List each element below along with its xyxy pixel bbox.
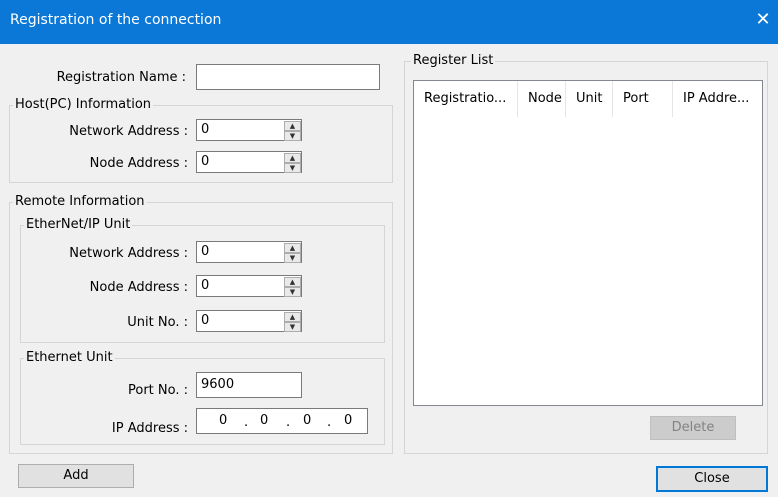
remote-network-address-input[interactable]: 0 ▲ ▼ xyxy=(196,241,302,263)
remote-node-address-input[interactable]: 0 ▲ ▼ xyxy=(196,275,302,297)
column-header-port[interactable]: Port xyxy=(613,81,673,117)
close-button[interactable]: Close xyxy=(656,466,768,492)
window-title: Registration of the connection xyxy=(10,12,222,28)
close-icon[interactable]: ✕ xyxy=(752,9,774,31)
column-header-ip-address[interactable]: IP Addre... xyxy=(673,81,763,117)
port-no-input[interactable]: 9600 xyxy=(196,372,302,398)
column-header-registration[interactable]: Registratio... xyxy=(414,81,518,117)
ip-octet-2[interactable]: 0 xyxy=(260,411,268,431)
delete-button[interactable]: Delete xyxy=(650,416,736,440)
host-node-address-input[interactable]: 0 ▲ ▼ xyxy=(196,151,302,173)
unit-no-label: Unit No. : xyxy=(127,315,188,330)
host-network-address-label: Network Address : xyxy=(69,124,188,139)
host-info-legend: Host(PC) Information xyxy=(13,97,154,112)
host-network-address-input[interactable]: 0 ▲ ▼ xyxy=(196,119,302,141)
spin-up-icon[interactable]: ▲ xyxy=(284,243,301,253)
spin-up-icon[interactable]: ▲ xyxy=(284,153,301,163)
register-list-legend: Register List xyxy=(411,53,496,68)
host-node-address-value: 0 xyxy=(201,154,210,169)
remote-network-address-spinner[interactable]: ▲ ▼ xyxy=(284,243,301,263)
unit-no-spinner[interactable]: ▲ ▼ xyxy=(284,312,301,332)
spin-down-icon[interactable]: ▼ xyxy=(284,131,301,141)
spin-up-icon[interactable]: ▲ xyxy=(284,121,301,131)
unit-no-value: 0 xyxy=(201,313,210,328)
ip-address-label: IP Address : xyxy=(111,421,188,436)
column-header-unit[interactable]: Unit xyxy=(566,81,613,117)
ethernetip-unit-legend: EtherNet/IP Unit xyxy=(24,217,133,232)
registration-name-label: Registration Name : xyxy=(56,70,186,85)
spin-down-icon[interactable]: ▼ xyxy=(284,163,301,173)
ip-octet-4[interactable]: 0 xyxy=(344,411,352,431)
ip-address-input[interactable]: 0 . 0 . 0 . 0 xyxy=(196,408,368,434)
spin-down-icon[interactable]: ▼ xyxy=(284,287,301,297)
remote-network-address-value: 0 xyxy=(201,244,210,259)
spin-up-icon[interactable]: ▲ xyxy=(284,312,301,322)
remote-node-address-value: 0 xyxy=(201,278,210,293)
register-list-view[interactable]: Registratio... Node Unit Port IP Addre..… xyxy=(413,80,763,406)
ethernet-unit-legend: Ethernet Unit xyxy=(24,350,115,365)
ip-separator: . xyxy=(286,415,291,430)
host-network-address-spinner[interactable]: ▲ ▼ xyxy=(284,121,301,141)
ip-separator: . xyxy=(327,415,332,430)
ip-octet-1[interactable]: 0 xyxy=(219,411,227,431)
ip-octet-3[interactable]: 0 xyxy=(303,411,311,431)
host-network-address-value: 0 xyxy=(201,122,210,137)
host-node-address-label: Node Address : xyxy=(89,156,188,171)
ip-separator: . xyxy=(244,415,249,430)
remote-info-legend: Remote Information xyxy=(13,194,147,209)
column-header-node[interactable]: Node xyxy=(518,81,566,117)
remote-network-address-label: Network Address : xyxy=(69,246,188,261)
port-no-label: Port No. : xyxy=(128,383,188,398)
host-node-address-spinner[interactable]: ▲ ▼ xyxy=(284,153,301,173)
unit-no-input[interactable]: 0 ▲ ▼ xyxy=(196,310,302,332)
spin-down-icon[interactable]: ▼ xyxy=(284,253,301,263)
spin-down-icon[interactable]: ▼ xyxy=(284,322,301,332)
remote-node-address-spinner[interactable]: ▲ ▼ xyxy=(284,277,301,297)
title-bar: Registration of the connection ✕ xyxy=(0,0,778,44)
registration-name-input[interactable] xyxy=(196,64,380,90)
add-button[interactable]: Add xyxy=(18,464,134,488)
spin-up-icon[interactable]: ▲ xyxy=(284,277,301,287)
remote-node-address-label: Node Address : xyxy=(89,280,188,295)
